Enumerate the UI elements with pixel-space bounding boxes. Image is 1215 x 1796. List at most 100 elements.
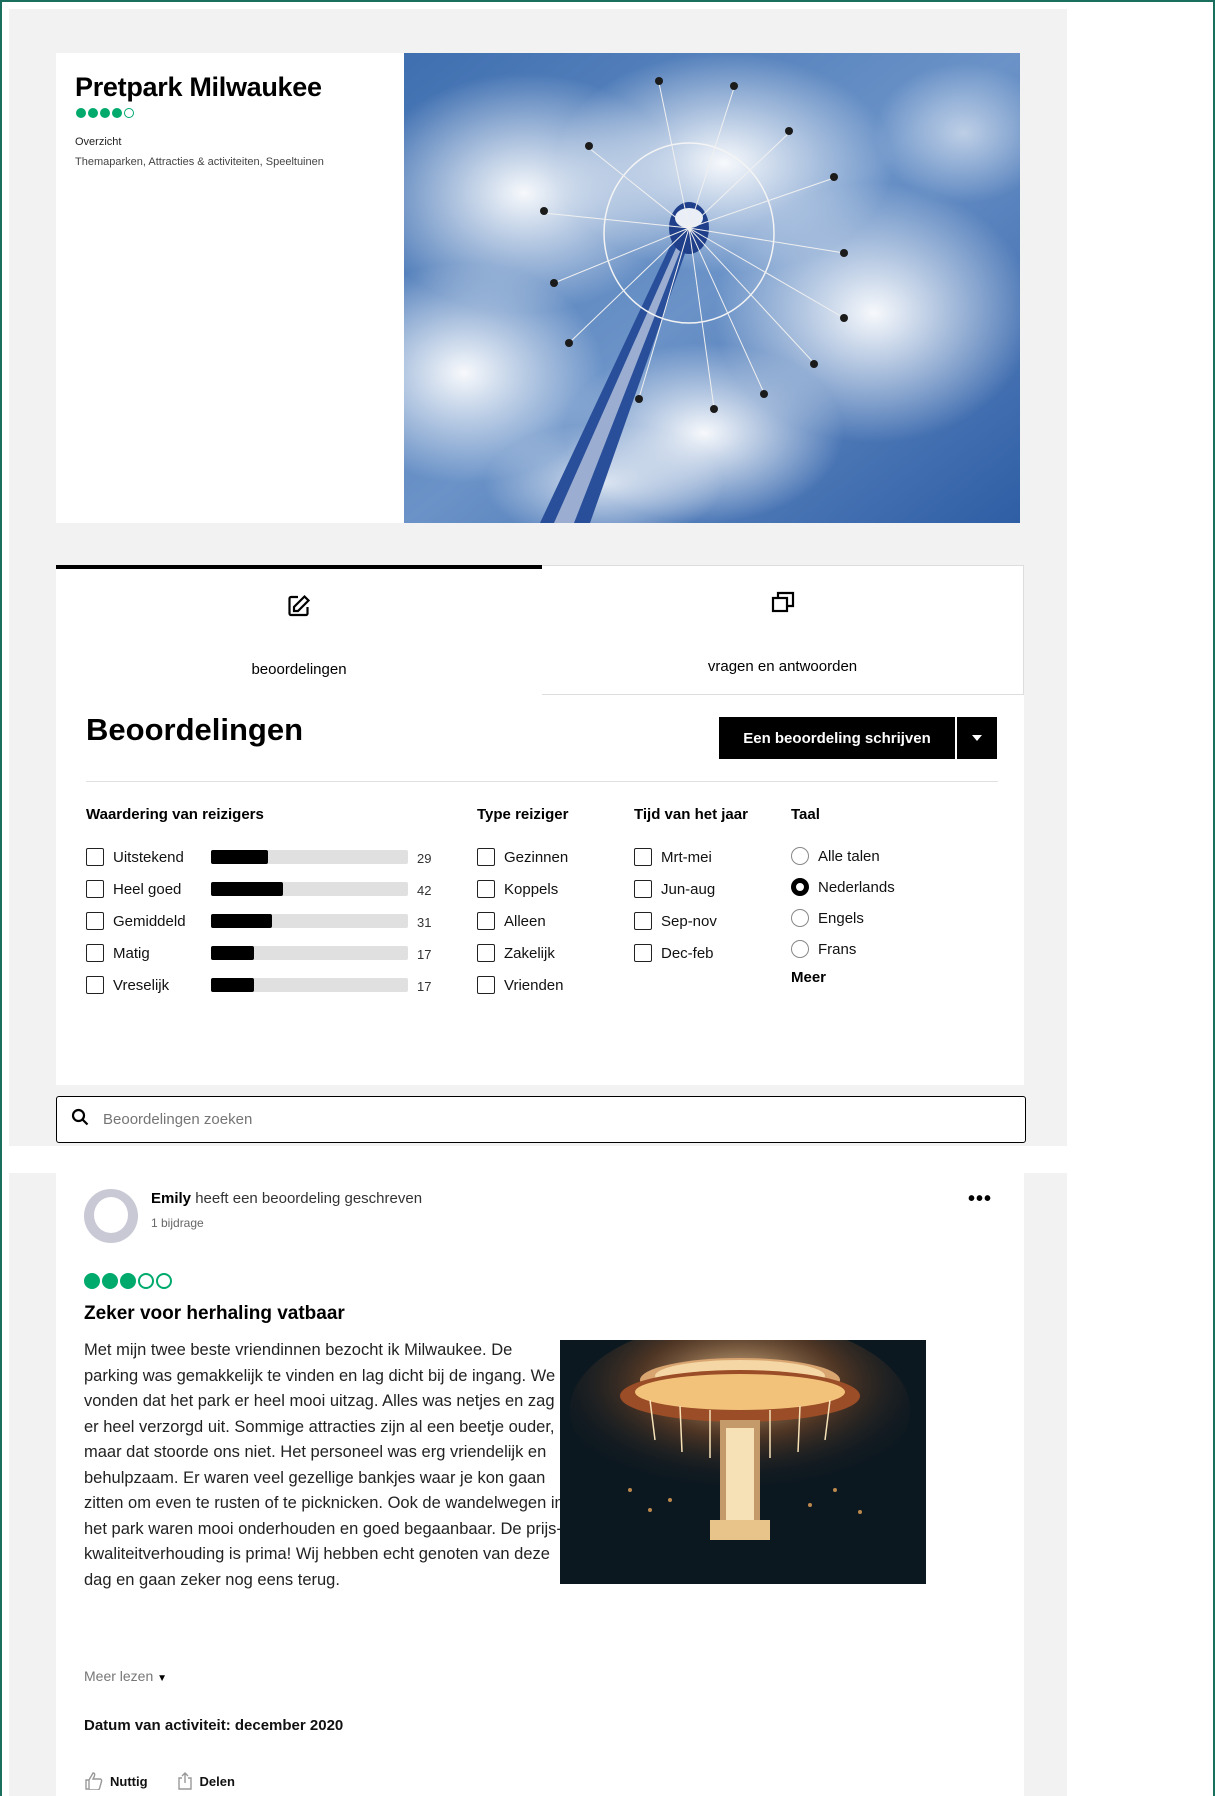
checkbox[interactable] bbox=[86, 912, 104, 930]
language-option-english[interactable]: Engels bbox=[791, 907, 864, 929]
share-label: Delen bbox=[199, 1773, 235, 1789]
rating-bubble bbox=[120, 1273, 136, 1289]
radio-button[interactable] bbox=[791, 909, 809, 927]
language-label: Alle talen bbox=[818, 847, 880, 865]
read-more-link[interactable]: Meer lezen ▼ bbox=[84, 1668, 167, 1684]
language-label: Nederlands bbox=[818, 878, 895, 896]
language-filter-header: Taal bbox=[791, 806, 820, 823]
checkbox[interactable] bbox=[86, 880, 104, 898]
time-filter-spring[interactable]: Mrt-mei bbox=[634, 846, 712, 868]
review-photo[interactable] bbox=[560, 1340, 926, 1584]
write-review-button[interactable]: Een beoordeling schrijven bbox=[719, 717, 955, 759]
review-text: Met mijn twee beste vriendinnen bezocht … bbox=[84, 1341, 564, 1589]
time-filter-summer[interactable]: Jun-aug bbox=[634, 878, 715, 900]
activity-date: Datum van activiteit: december 2020 bbox=[84, 1717, 344, 1734]
radio-button-selected[interactable] bbox=[791, 878, 809, 896]
language-option-all[interactable]: Alle talen bbox=[791, 845, 880, 867]
write-review-dropdown[interactable] bbox=[957, 717, 997, 759]
overview-label: Overzicht bbox=[75, 136, 122, 148]
tab-bar: beoordelingen vragen en antwoorden bbox=[56, 565, 1024, 695]
reviews-title: Beoordelingen bbox=[86, 712, 304, 747]
rating-bubble bbox=[138, 1273, 154, 1289]
caret-down-icon bbox=[972, 735, 982, 741]
type-label: Zakelijk bbox=[504, 944, 555, 962]
language-option-french[interactable]: Frans bbox=[791, 938, 856, 960]
review-actions: Nuttig Delen bbox=[84, 1772, 235, 1790]
chevron-down-icon: ▼ bbox=[157, 1673, 168, 1684]
rating-label: Vreselijk bbox=[113, 976, 170, 994]
type-filter-couples[interactable]: Koppels bbox=[477, 878, 558, 900]
pencil-edit-icon bbox=[286, 593, 312, 624]
rating-bar bbox=[211, 850, 408, 864]
checkbox[interactable] bbox=[86, 976, 104, 994]
rating-bar bbox=[211, 914, 408, 928]
checkbox[interactable] bbox=[634, 944, 652, 962]
checkbox[interactable] bbox=[86, 944, 104, 962]
type-filter-header: Type reiziger bbox=[477, 806, 569, 823]
rating-bubble bbox=[100, 108, 110, 118]
divider bbox=[86, 781, 998, 782]
language-label: Frans bbox=[818, 940, 857, 958]
reviewer-action: heeft een beoordeling geschreven bbox=[195, 1190, 423, 1207]
rating-bubble bbox=[76, 108, 86, 118]
type-label: Gezinnen bbox=[504, 848, 569, 866]
rating-filter-poor[interactable]: Matig bbox=[86, 942, 150, 964]
rating-count: 31 bbox=[417, 915, 432, 930]
time-label: Dec-feb bbox=[661, 944, 714, 962]
more-languages-link[interactable]: Meer bbox=[791, 969, 826, 986]
rating-bar bbox=[211, 978, 408, 992]
rating-bar-fill bbox=[211, 882, 283, 896]
rating-bar bbox=[211, 882, 408, 896]
checkbox[interactable] bbox=[86, 848, 104, 866]
checkbox[interactable] bbox=[634, 880, 652, 898]
reviewer-name[interactable]: Emily bbox=[151, 1190, 191, 1207]
type-filter-business[interactable]: Zakelijk bbox=[477, 942, 555, 964]
language-option-dutch[interactable]: Nederlands bbox=[791, 876, 895, 898]
type-filter-families[interactable]: Gezinnen bbox=[477, 846, 568, 868]
attraction-rating bbox=[76, 108, 134, 118]
rating-filter-average[interactable]: Gemiddeld bbox=[86, 910, 186, 932]
read-more-label: Meer lezen bbox=[84, 1668, 154, 1684]
type-label: Koppels bbox=[504, 880, 559, 898]
language-label: Engels bbox=[818, 909, 864, 927]
rating-bubble bbox=[112, 108, 122, 118]
checkbox[interactable] bbox=[477, 944, 495, 962]
radio-button[interactable] bbox=[791, 847, 809, 865]
type-filter-solo[interactable]: Alleen bbox=[477, 910, 546, 932]
avatar[interactable] bbox=[84, 1189, 138, 1243]
rating-filter-header: Waardering van reizigers bbox=[86, 806, 264, 823]
rating-filter-terrible[interactable]: Vreselijk bbox=[86, 974, 169, 996]
rating-count: 42 bbox=[417, 883, 432, 898]
time-filter-winter[interactable]: Dec-feb bbox=[634, 942, 714, 964]
search-input[interactable] bbox=[103, 1111, 903, 1128]
rating-bar-fill bbox=[211, 914, 272, 928]
rating-label: Heel goed bbox=[113, 880, 182, 898]
rating-bar bbox=[211, 946, 408, 960]
more-options-icon[interactable]: ••• bbox=[968, 1188, 992, 1211]
tab-questions-label: vragen en antwoorden bbox=[707, 658, 858, 675]
checkbox[interactable] bbox=[477, 880, 495, 898]
rating-filter-very-good[interactable]: Heel goed bbox=[86, 878, 181, 900]
checkbox[interactable] bbox=[477, 976, 495, 994]
checkbox[interactable] bbox=[634, 912, 652, 930]
share-button[interactable]: Delen bbox=[176, 1772, 235, 1790]
checkbox[interactable] bbox=[477, 912, 495, 930]
contribution-count: 1 bijdrage bbox=[151, 1216, 204, 1230]
type-filter-friends[interactable]: Vrienden bbox=[477, 974, 564, 996]
rating-bubble bbox=[84, 1273, 100, 1289]
tab-reviews[interactable]: beoordelingen bbox=[56, 565, 542, 695]
review-search-bar[interactable] bbox=[56, 1096, 1026, 1143]
radio-button[interactable] bbox=[791, 940, 809, 958]
rating-label: Matig bbox=[113, 944, 150, 962]
tab-questions[interactable]: vragen en antwoorden bbox=[542, 565, 1024, 695]
time-filter-autumn[interactable]: Sep-nov bbox=[634, 910, 717, 932]
review-title: Zeker voor herhaling vatbaar bbox=[84, 1303, 345, 1324]
checkbox[interactable] bbox=[477, 848, 495, 866]
helpful-button[interactable]: Nuttig bbox=[84, 1772, 148, 1790]
rating-filter-excellent[interactable]: Uitstekend bbox=[86, 846, 184, 868]
rating-bubble bbox=[124, 108, 134, 118]
hero-photo[interactable] bbox=[404, 53, 1020, 523]
type-label: Vrienden bbox=[504, 976, 564, 994]
checkbox[interactable] bbox=[634, 848, 652, 866]
attraction-title: Pretpark Milwaukee bbox=[75, 72, 322, 102]
